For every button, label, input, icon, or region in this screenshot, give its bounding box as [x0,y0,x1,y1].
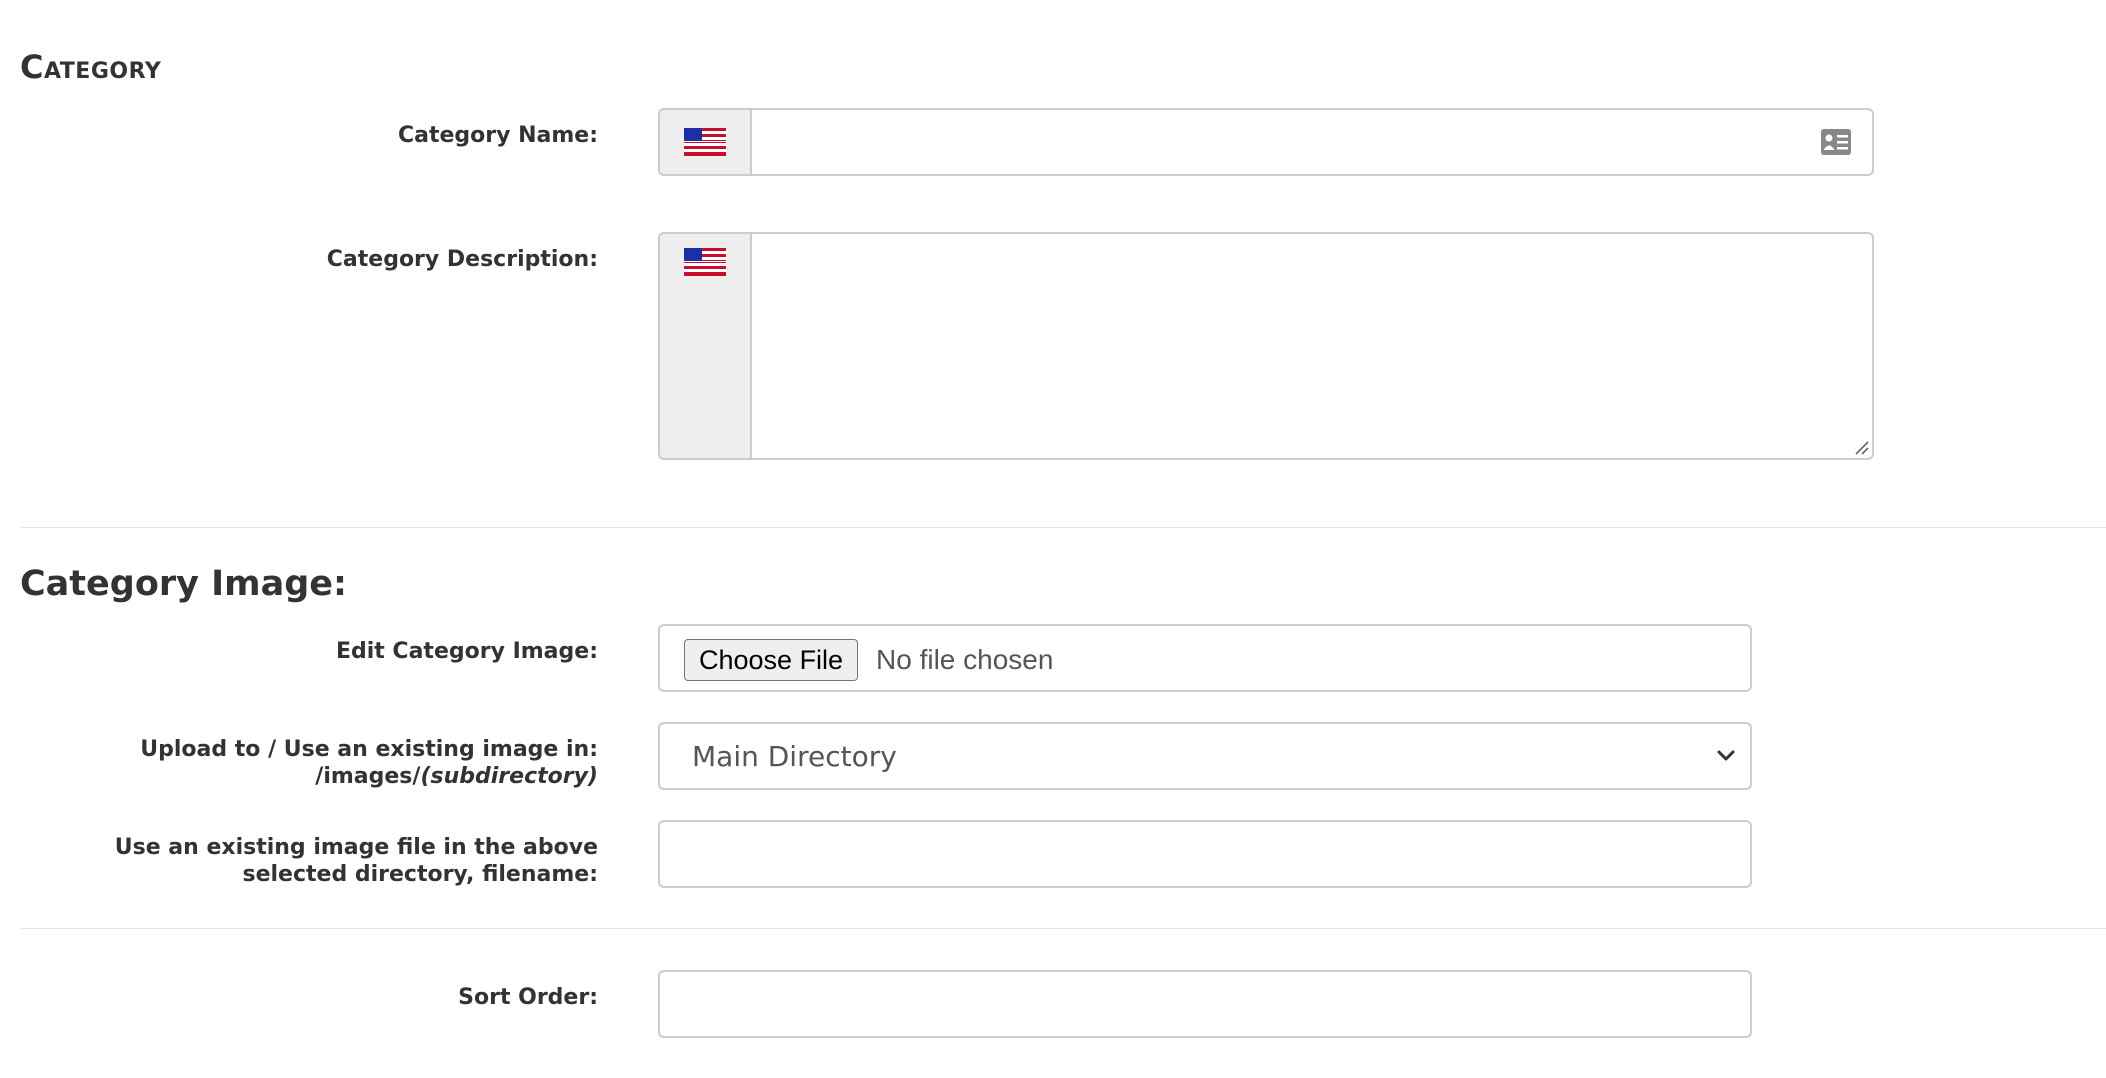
upload-directory-label-line2: /images/(subdirectory) [140,763,598,790]
no-file-chosen-text: No file chosen [876,644,1054,675]
image-directory-selected-value: Main Directory [692,740,897,773]
upload-directory-label: Upload to / Use an existing image in: /i… [140,736,598,790]
choose-file-button[interactable]: Choose File [684,639,859,681]
category-name-input[interactable] [752,110,1872,174]
us-flag-icon [684,248,726,276]
category-description-textarea[interactable] [752,234,1872,458]
category-description-group [658,232,1874,460]
category-name-group [658,108,1874,176]
category-heading: Category [20,48,162,86]
category-image-heading: Category Image: [20,564,348,604]
sort-order-input[interactable] [658,970,1752,1038]
contact-card-icon[interactable] [1820,128,1852,156]
us-flag-icon [684,128,726,156]
existing-image-filename-label: Use an existing image file in the above … [115,834,598,888]
upload-path-subdirectory: (subdirectory) [420,764,598,789]
image-directory-select[interactable]: Main Directory [658,722,1752,790]
upload-path-prefix: /images/ [315,764,421,789]
category-description-label: Category Description: [326,247,598,272]
category-image-file-input: Choose File No file chosen [658,624,1752,692]
sort-order-label: Sort Order: [458,985,598,1010]
edit-category-image-label: Edit Category Image: [335,639,598,664]
existing-image-filename-label-line2: selected directory, filename: [242,862,598,887]
upload-directory-label-line1: Upload to / Use an existing image in: [140,737,598,762]
category-form: Category Category Name: Category Descrip… [0,0,2106,1078]
resize-grip-icon[interactable] [1853,439,1869,455]
section-divider [20,928,2106,929]
chevron-down-icon [1717,750,1735,761]
existing-image-filename-input[interactable] [658,820,1752,888]
existing-image-filename-label-line1: Use an existing image file in the above [114,835,598,860]
category-name-label: Category Name: [397,123,598,148]
language-addon [660,234,752,458]
language-addon [660,110,752,174]
section-divider [20,527,2106,528]
